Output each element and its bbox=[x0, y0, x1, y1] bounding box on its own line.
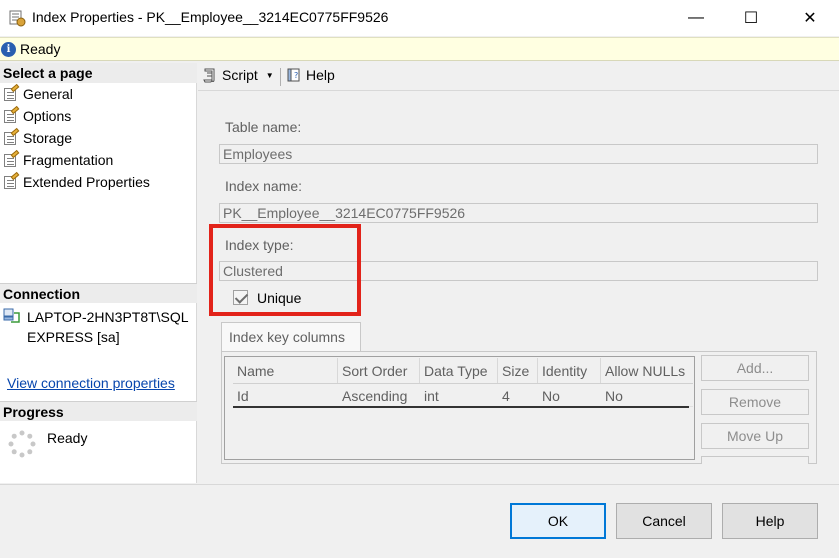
column-header-data-type[interactable]: Data Type bbox=[420, 358, 498, 383]
index-type-highlight-box bbox=[209, 224, 361, 316]
help-toolbar-label: Help bbox=[306, 67, 335, 83]
table-name-field[interactable]: Employees bbox=[219, 144, 818, 164]
cell-sort-order: Ascending bbox=[342, 388, 408, 404]
move-down-button[interactable] bbox=[701, 456, 809, 464]
left-pane: Select a page General Options Storage Fr… bbox=[0, 63, 197, 483]
page-item-extended-properties[interactable]: Extended Properties bbox=[0, 171, 197, 193]
view-connection-properties-link[interactable]: View connection properties bbox=[7, 375, 175, 391]
script-label: Script bbox=[222, 67, 258, 83]
grid-header: Name Sort Order Data Type Size Identity … bbox=[233, 358, 693, 384]
toolbar: Script ▼ ? Help bbox=[198, 63, 839, 91]
page-item-label: General bbox=[23, 86, 73, 102]
dialog-footer bbox=[0, 484, 839, 558]
index-name-field[interactable]: PK__Employee__3214EC0775FF9526 bbox=[219, 203, 818, 223]
page-item-label: Options bbox=[23, 108, 72, 124]
select-page-header: Select a page bbox=[0, 63, 197, 83]
page-item-label: Extended Properties bbox=[23, 174, 150, 190]
column-header-identity[interactable]: Identity bbox=[538, 358, 601, 383]
connection-server-line2: EXPRESS [sa] bbox=[27, 329, 120, 345]
move-up-button[interactable]: Move Up bbox=[701, 423, 809, 449]
chevron-down-icon[interactable]: ▼ bbox=[266, 71, 274, 80]
page-item-storage[interactable]: Storage bbox=[0, 127, 197, 149]
maximize-button[interactable]: ☐ bbox=[725, 0, 777, 36]
table-row[interactable]: Id Ascending int 4 No No bbox=[233, 385, 693, 407]
status-text: Ready bbox=[20, 41, 61, 57]
script-button[interactable]: Script ▼ bbox=[202, 67, 274, 83]
toolbar-separator bbox=[280, 68, 281, 86]
server-connection-icon bbox=[3, 308, 20, 323]
progress-spinner-icon bbox=[8, 430, 36, 458]
cell-data-type: int bbox=[424, 388, 439, 404]
index-properties-icon bbox=[9, 10, 26, 27]
help-toolbar-button[interactable]: ? Help bbox=[286, 67, 335, 83]
ok-button[interactable]: OK bbox=[510, 503, 606, 539]
cell-allow-nulls: No bbox=[605, 388, 623, 404]
progress-header: Progress bbox=[0, 401, 197, 421]
connection-header: Connection bbox=[0, 283, 197, 303]
column-header-sort-order[interactable]: Sort Order bbox=[338, 358, 420, 383]
page-settings-icon bbox=[2, 105, 20, 124]
column-header-size[interactable]: Size bbox=[498, 358, 538, 383]
page-settings-icon bbox=[2, 149, 20, 168]
column-header-allow-nulls[interactable]: Allow NULLs bbox=[601, 358, 693, 383]
info-icon: i bbox=[1, 42, 16, 57]
column-header-name[interactable]: Name bbox=[233, 358, 338, 383]
page-item-general[interactable]: General bbox=[0, 83, 197, 105]
svg-text:?: ? bbox=[294, 71, 298, 80]
minimize-button[interactable]: — bbox=[670, 0, 722, 36]
page-item-options[interactable]: Options bbox=[0, 105, 197, 127]
table-name-label: Table name: bbox=[225, 119, 302, 135]
progress-status: Ready bbox=[47, 430, 88, 446]
page-item-label: Fragmentation bbox=[23, 152, 114, 168]
grid-divider bbox=[233, 406, 689, 408]
script-icon bbox=[203, 68, 215, 83]
help-book-icon: ? bbox=[287, 68, 300, 82]
cell-identity: No bbox=[542, 388, 560, 404]
title-bar: Index Properties - PK__Employee__3214EC0… bbox=[0, 0, 839, 36]
status-strip: i Ready bbox=[0, 37, 839, 61]
cancel-button[interactable]: Cancel bbox=[616, 503, 712, 539]
page-settings-icon bbox=[2, 127, 20, 146]
cell-size: 4 bbox=[502, 388, 510, 404]
page-item-fragmentation[interactable]: Fragmentation bbox=[0, 149, 197, 171]
page-settings-icon bbox=[2, 171, 20, 190]
connection-server-line1: LAPTOP-2HN3PT8T\SQL bbox=[27, 309, 189, 325]
index-name-label: Index name: bbox=[225, 178, 303, 194]
help-button[interactable]: Help bbox=[722, 503, 818, 539]
key-columns-grid: Name Sort Order Data Type Size Identity … bbox=[224, 356, 695, 460]
add-button[interactable]: Add... bbox=[701, 355, 809, 381]
connection-server: LAPTOP-2HN3PT8T\SQL EXPRESS [sa] bbox=[27, 307, 195, 347]
remove-button[interactable]: Remove bbox=[701, 389, 809, 415]
window-title: Index Properties - PK__Employee__3214EC0… bbox=[32, 9, 389, 25]
page-item-label: Storage bbox=[23, 130, 73, 146]
tab-index-key-columns[interactable]: Index key columns bbox=[221, 322, 361, 352]
page-settings-icon bbox=[2, 83, 20, 102]
cell-name: Id bbox=[237, 388, 249, 404]
close-button[interactable]: ✕ bbox=[784, 0, 836, 36]
